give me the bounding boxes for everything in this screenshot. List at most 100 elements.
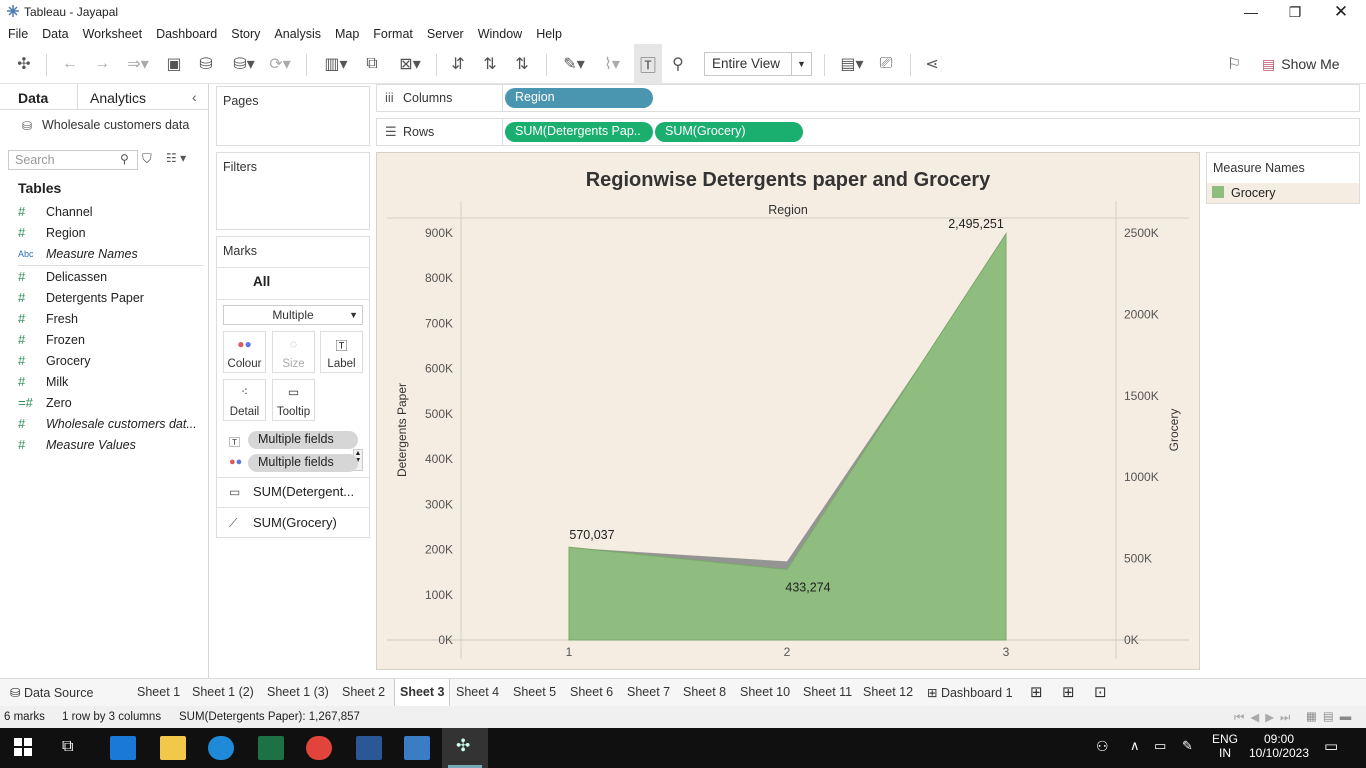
field-fresh[interactable]: # Fresh [18, 308, 203, 329]
tab-data[interactable]: Data [0, 84, 78, 110]
new-story-icon[interactable]: ⊡ [1094, 683, 1107, 701]
show-mark-labels-icon[interactable]: 🅃 [634, 44, 662, 84]
new-datasource-icon[interactable]: ⛁ [194, 44, 218, 84]
sheet-tab[interactable]: Sheet 1 (2) [192, 685, 254, 699]
detail-button[interactable]: ⁖ Detail [223, 379, 266, 421]
view-options-icon[interactable]: ☷ ▾ [166, 151, 186, 165]
field-detergents-paper[interactable]: # Detergents Paper [18, 287, 203, 308]
sheet-tab-active[interactable]: Sheet 3 [394, 679, 451, 707]
multiple-fields-label-pill[interactable]: Multiple fields [248, 431, 358, 449]
rows-shelf[interactable]: ☰ Rows SUM(Detergents Pap.. SUM(Grocery) [376, 118, 1360, 146]
tableau-taskbar-button[interactable]: ✣ [442, 728, 488, 768]
sheet-tab[interactable]: Sheet 1 (3) [267, 685, 329, 699]
multiple-fields-colour-pill[interactable]: Multiple fields [248, 454, 358, 472]
sort-descending-icon[interactable]: ⇅ [510, 44, 534, 84]
menu-server[interactable]: Server [427, 24, 464, 44]
menu-map[interactable]: Map [335, 24, 359, 44]
pages-card[interactable]: Pages [216, 86, 370, 146]
chevron-up-icon[interactable]: ∧ [1130, 738, 1140, 754]
legend-item-grocery[interactable]: Grocery [1207, 183, 1359, 203]
size-button[interactable]: ◌ Size [272, 331, 315, 373]
duplicate-sheet-icon[interactable]: ⧉ [360, 44, 384, 84]
new-worksheet-icon[interactable]: ▥▾ [316, 44, 356, 84]
highlight-icon[interactable]: ✎▾ [556, 44, 592, 84]
undo-icon[interactable]: ← [58, 44, 82, 84]
redo-icon[interactable]: → [90, 44, 114, 84]
marks-all-tab[interactable]: All [253, 274, 270, 289]
chart-view[interactable]: Regionwise Detergents paper and Grocery R… [376, 152, 1200, 670]
menu-file[interactable]: File [8, 24, 28, 44]
datasource-name[interactable]: Wholesale customers data [20, 118, 189, 132]
clear-sheet-icon[interactable]: ⊠▾ [392, 44, 428, 84]
tab-analytics[interactable]: Analytics [90, 90, 146, 106]
marks-tab-detergents[interactable]: SUM(Detergent... [253, 484, 354, 499]
field-grocery[interactable]: # Grocery [18, 350, 203, 371]
menu-help[interactable]: Help [536, 24, 562, 44]
windows-start-icon[interactable] [14, 738, 34, 758]
search-input[interactable]: Search [8, 150, 138, 170]
sheet-tab[interactable]: Sheet 11 [803, 685, 852, 699]
label-button[interactable]: 🅃 Label [320, 331, 363, 373]
format-painter-icon[interactable]: ⚐ [1222, 44, 1246, 84]
chrome-icon[interactable] [306, 736, 332, 760]
sheet-tab[interactable]: Sheet 5 [513, 685, 556, 699]
menu-dashboard[interactable]: Dashboard [156, 24, 217, 44]
field-delicassen[interactable]: # Delicassen [18, 266, 203, 287]
menu-story[interactable]: Story [231, 24, 260, 44]
field-record-count[interactable]: # Wholesale customers dat... [18, 413, 203, 434]
field-measure-names[interactable]: Abc Measure Names [18, 243, 203, 264]
sheet-tab[interactable]: Sheet 12 [863, 685, 913, 699]
menu-analysis[interactable]: Analysis [274, 24, 321, 44]
task-view-icon[interactable]: ⧉ [62, 738, 73, 756]
minimize-button[interactable]: — [1228, 0, 1274, 24]
mark-type-dropdown[interactable]: Multiple ▼ [223, 305, 363, 325]
language-indicator[interactable]: ENG IN [1212, 732, 1238, 760]
new-worksheet-icon[interactable]: ⊞ [1030, 683, 1043, 701]
sheet-view-icon[interactable]: ▦▤▬ [1306, 709, 1357, 723]
share-icon[interactable]: ⋖ [920, 44, 944, 84]
pen-icon[interactable]: ✎ [1182, 738, 1193, 754]
word-icon[interactable] [356, 736, 382, 760]
field-measure-values[interactable]: # Measure Values [18, 434, 203, 455]
fit-dropdown[interactable]: Entire View ▼ [704, 52, 812, 76]
datasource-tab[interactable]: ⛁ Data Source [10, 685, 93, 700]
sheet-tab[interactable]: Sheet 10 [740, 685, 790, 699]
field-channel[interactable]: # Channel [18, 201, 203, 222]
swap-axes-icon[interactable]: ⇵ [446, 44, 470, 84]
pause-updates-icon[interactable]: ⛁▾ [226, 44, 262, 84]
edge-icon[interactable] [208, 736, 234, 760]
battery-icon[interactable]: ▭ [1154, 738, 1166, 754]
notifications-icon[interactable]: ▭ [1324, 737, 1338, 755]
field-frozen[interactable]: # Frozen [18, 329, 203, 350]
menu-format[interactable]: Format [373, 24, 413, 44]
sheet-tab[interactable]: Sheet 1 [137, 685, 180, 699]
menu-window[interactable]: Window [478, 24, 522, 44]
file-explorer-icon[interactable] [160, 736, 186, 760]
tableau-home-icon[interactable]: ✣ [12, 44, 36, 84]
restore-button[interactable]: ❐ [1272, 0, 1318, 24]
save-icon[interactable]: ▣ [162, 44, 186, 84]
show-me-button[interactable]: ▤ Show Me [1262, 44, 1340, 84]
colour-button[interactable]: ●● Colour [223, 331, 266, 373]
field-region[interactable]: # Region [18, 222, 203, 243]
group-members-icon[interactable]: ⌇▾ [594, 44, 630, 84]
tooltip-button[interactable]: ▭ Tooltip [272, 379, 315, 421]
fix-axes-icon[interactable]: ⚲ [666, 44, 690, 84]
sheet-tab[interactable]: Sheet 6 [570, 685, 613, 699]
mail-icon[interactable] [110, 736, 136, 760]
people-icon[interactable]: ⚇ [1096, 738, 1109, 755]
color-legend[interactable]: Measure Names Grocery [1206, 152, 1360, 204]
collapse-pane-icon[interactable]: ‹ [192, 89, 197, 105]
refresh-icon[interactable]: ⟳▾ [264, 44, 296, 84]
presentation-mode-icon[interactable]: ⎚ [874, 44, 898, 84]
columns-shelf[interactable]: iii Columns Region [376, 84, 1360, 112]
filters-card[interactable]: Filters [216, 152, 370, 230]
dashboard-tab[interactable]: ⊞ Dashboard 1 [927, 685, 1013, 700]
show-cards-icon[interactable]: ▤▾ [834, 44, 870, 84]
sheet-tab[interactable]: Sheet 2 [342, 685, 385, 699]
region-pill[interactable]: Region [505, 88, 653, 108]
sheet-navigation-icon[interactable]: ⏮◀▶⏭ [1234, 710, 1296, 725]
field-milk[interactable]: # Milk [18, 371, 203, 392]
excel-icon[interactable] [258, 736, 284, 760]
sort-ascending-icon[interactable]: ⇅ [478, 44, 502, 84]
